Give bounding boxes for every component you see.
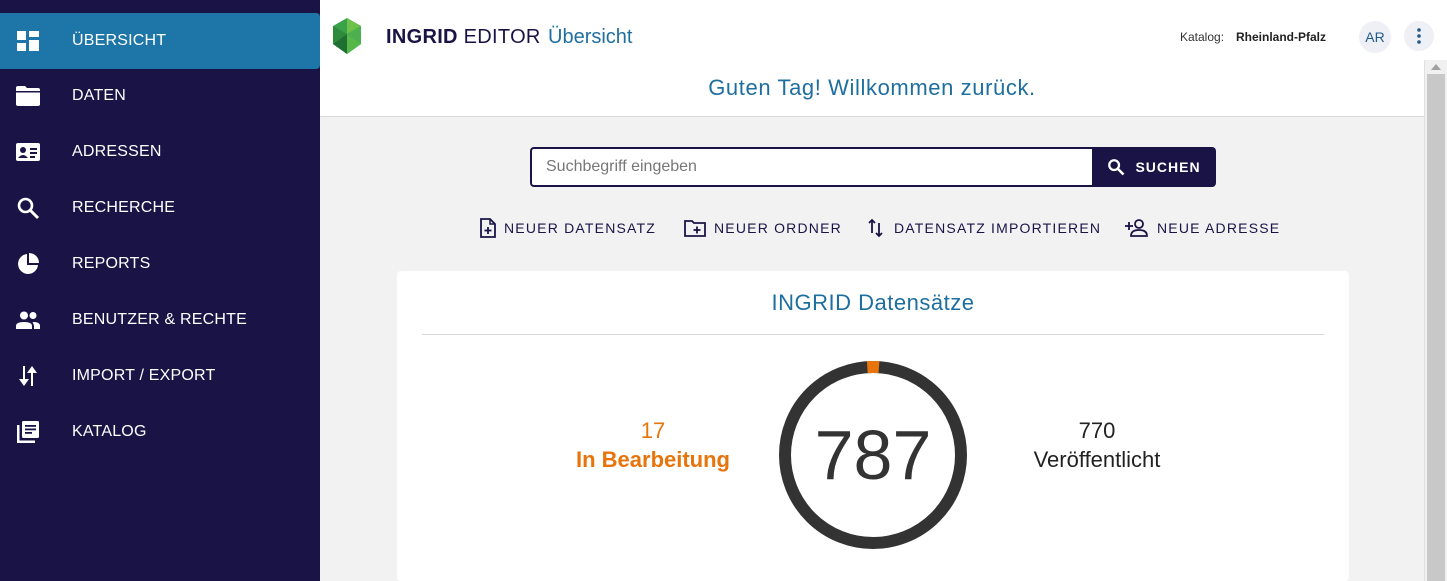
new-address-button[interactable]: NEUE ADRESSE [1125, 216, 1280, 240]
action-label: NEUE ADRESSE [1157, 220, 1281, 236]
sidebar-item-katalog[interactable]: KATALOG [0, 404, 320, 460]
sidebar-item-label: ADRESSEN [72, 143, 162, 160]
search-button-label: SUCHEN [1135, 159, 1201, 175]
ingrid-logo-icon[interactable] [332, 18, 362, 59]
sidebar-item-daten[interactable]: DATEN [0, 68, 320, 124]
folder-icon [16, 84, 40, 108]
divider [422, 334, 1324, 335]
sidebar-item-benutzer-rechte[interactable]: BENUTZER & RECHTE [0, 292, 320, 348]
in-progress-stat[interactable]: 17 In Bearbeitung [553, 417, 753, 475]
datasets-stats-card: INGRID Datensätze 17 In Bearbeitung 787 … [397, 271, 1349, 581]
import-export-icon [16, 364, 40, 388]
action-label: NEUER DATENSATZ [504, 220, 657, 236]
sidebar-item-adressen[interactable]: ADRESSEN [0, 124, 320, 180]
dashboard-icon [16, 29, 40, 53]
published-stat[interactable]: 770 Veröffentlicht [997, 417, 1197, 475]
import-arrows-icon [868, 218, 883, 238]
published-label: Veröffentlicht [1033, 447, 1161, 472]
new-folder-button[interactable]: NEUER ORDNER [684, 216, 842, 240]
user-avatar[interactable]: AR [1359, 21, 1391, 53]
card-title: INGRID Datensätze [771, 290, 975, 315]
sidebar-item-label: RECHERCHE [72, 199, 176, 216]
brand-bold: INGRID [386, 26, 458, 48]
sidebar-item-import-export[interactable]: IMPORT / EXPORT [0, 348, 320, 404]
scrollbar-thumb[interactable] [1427, 74, 1445, 581]
note-add-icon [480, 218, 496, 238]
sidebar-item-label: DATEN [72, 87, 127, 104]
people-icon [16, 308, 40, 332]
sidebar-item-reports[interactable]: REPORTS [0, 236, 320, 292]
welcome-banner: Guten Tag! Willkommen zurück. [320, 72, 1424, 117]
contact-card-icon [16, 140, 40, 164]
sidebar-item-label: IMPORT / EXPORT [72, 367, 216, 384]
welcome-text: Guten Tag! Willkommen zurück. [708, 75, 1036, 100]
sidebar-item-label: REPORTS [72, 255, 151, 272]
total-count: 787 [815, 416, 932, 494]
search-button[interactable]: SUCHEN [1092, 147, 1216, 187]
catalog-selector[interactable]: Rheinland-Pfalz [1236, 30, 1326, 44]
action-label: NEUER ORDNER [714, 220, 842, 236]
catalog-label: Katalog: [1180, 30, 1225, 44]
app-header: INGRID EDITOR Übersicht Katalog: Rheinla… [320, 0, 1447, 72]
brand-rest: EDITOR [457, 26, 541, 48]
app-brand[interactable]: INGRID EDITOR [386, 26, 541, 49]
search-icon [1108, 159, 1125, 176]
action-label: DATENSATZ IMPORTIEREN [894, 220, 1102, 236]
datasets-donut-chart: 787 [779, 361, 967, 549]
library-books-icon [16, 420, 40, 444]
more-vert-icon [1417, 28, 1421, 44]
search-input[interactable] [530, 147, 1094, 187]
vertical-scrollbar[interactable] [1424, 60, 1447, 581]
search-icon [16, 196, 40, 220]
sidebar-item-label: BENUTZER & RECHTE [72, 311, 247, 328]
sidebar: ÜBERSICHT DATEN ADRESSEN RECHERCHE REPOR… [0, 0, 320, 581]
sidebar-item-recherche[interactable]: RECHERCHE [0, 180, 320, 236]
sidebar-item-label: KATALOG [72, 423, 147, 440]
page-title: Übersicht [548, 26, 633, 48]
sidebar-item-label: ÜBERSICHT [72, 32, 167, 49]
import-dataset-button[interactable]: DATENSATZ IMPORTIEREN [866, 216, 1101, 240]
in-progress-count: 17 [640, 418, 666, 443]
new-dataset-button[interactable]: NEUER DATENSATZ [480, 216, 656, 240]
sidebar-item-uebersicht[interactable]: ÜBERSICHT [0, 13, 320, 69]
published-count: 770 [1078, 418, 1116, 443]
scroll-up-arrow-icon[interactable] [1431, 64, 1441, 70]
pie-chart-icon [16, 252, 40, 276]
in-progress-label: In Bearbeitung [575, 447, 730, 472]
person-add-icon [1125, 219, 1148, 237]
create-folder-icon [684, 220, 706, 237]
more-menu-button[interactable] [1404, 21, 1434, 51]
